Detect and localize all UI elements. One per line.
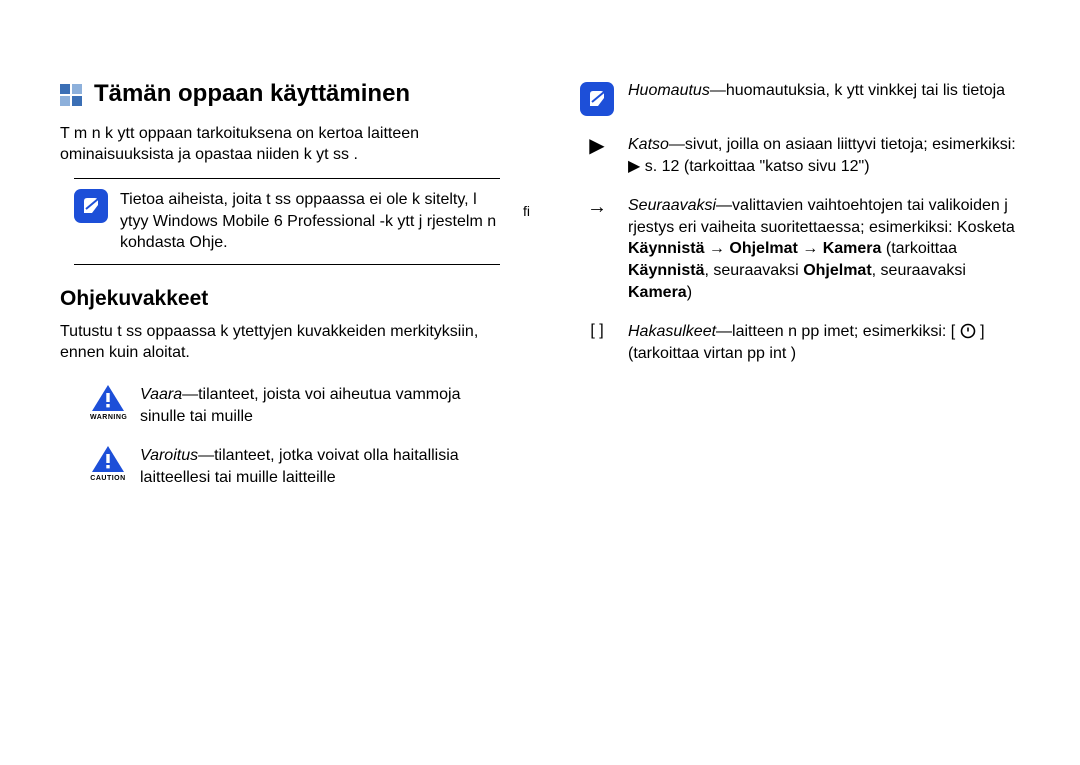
subheading: Ohjekuvakkeet: [60, 287, 500, 311]
legend-danger: WARNING Vaara—tilanteet, joista voi aihe…: [90, 384, 500, 427]
legend-next: → Seuraavaksi—valittavien vaihtoehtojen …: [580, 195, 1020, 303]
caution-label: CAUTION: [90, 475, 126, 482]
left-column: Tämän oppaan käyttäminen T m n k ytt opp…: [60, 80, 500, 506]
legend-danger-text: Vaara—tilanteet, joista voi aiheutua vam…: [140, 384, 500, 427]
arrow-icon: →: [580, 195, 614, 219]
power-icon: [960, 323, 980, 340]
icon-legend-left: WARNING Vaara—tilanteet, joista voi aihe…: [90, 384, 500, 488]
intro-paragraph: T m n k ytt oppaan tarkoituksena on kert…: [60, 123, 500, 166]
warning-icon: WARNING: [90, 384, 126, 427]
legend-brackets: [ ] Hakasulkeet—laitteen n pp imet; esim…: [580, 321, 1020, 364]
note-text: Tietoa aiheista, joita t ss oppaassa ei …: [120, 189, 500, 254]
legend-caution: CAUTION Varoitus—tilanteet, jotka voivat…: [90, 445, 500, 488]
fi-marker: fi: [523, 203, 530, 219]
brackets-icon: [ ]: [580, 321, 614, 340]
note-icon: [74, 189, 108, 223]
note-icon: [580, 82, 614, 116]
caution-icon: CAUTION: [90, 445, 126, 488]
note-block: Tietoa aiheista, joita t ss oppaassa ei …: [74, 178, 500, 265]
legend-note-text: Huomautus—huomautuksia, k ytt vinkkej ta…: [628, 80, 1020, 102]
section-squares-icon: [60, 84, 84, 108]
legend-brackets-text: Hakasulkeet—laitteen n pp imet; esimerki…: [628, 321, 1020, 364]
sub-intro: Tutustu t ss oppaassa k ytettyjen kuvakk…: [60, 321, 500, 364]
legend-caution-text: Varoitus—tilanteet, jotka voivat olla ha…: [140, 445, 500, 488]
legend-next-text: Seuraavaksi—valittavien vaihtoehtojen ta…: [628, 195, 1020, 303]
warning-label: WARNING: [90, 414, 126, 421]
page-title: Tämän oppaan käyttäminen: [94, 80, 410, 109]
legend-see: ▶ Katso—sivut, joilla on asiaan liittyvi…: [580, 134, 1020, 177]
right-column: Huomautus—huomautuksia, k ytt vinkkej ta…: [580, 80, 1020, 506]
legend-see-text: Katso—sivut, joilla on asiaan liittyvi t…: [628, 134, 1020, 177]
legend-note: Huomautus—huomautuksia, k ytt vinkkej ta…: [580, 80, 1020, 116]
triangle-icon: ▶: [580, 134, 614, 158]
document-page: Tämän oppaan käyttäminen T m n k ytt opp…: [0, 0, 1080, 546]
section-heading: Tämän oppaan käyttäminen: [60, 80, 500, 109]
